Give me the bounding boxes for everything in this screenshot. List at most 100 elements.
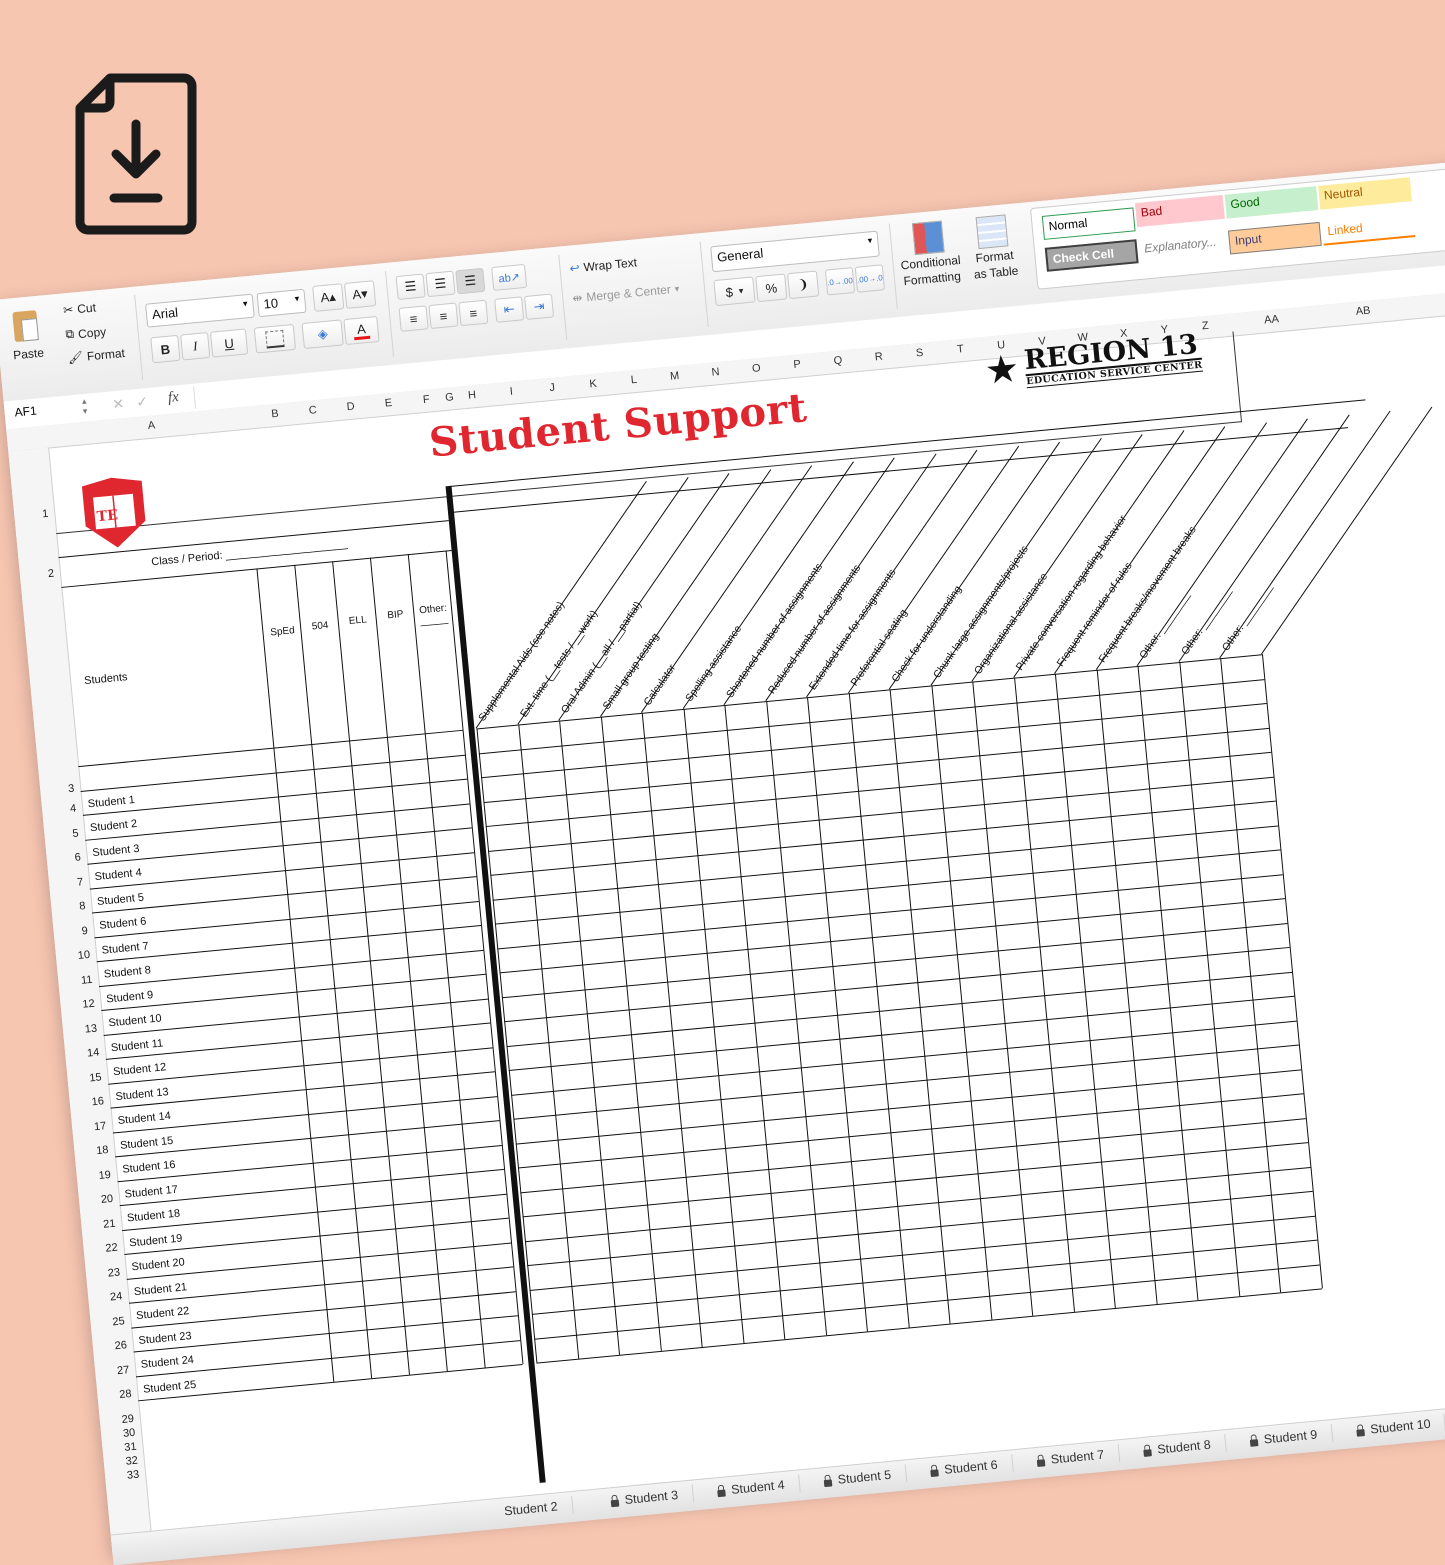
decrease-decimal-button[interactable]: .00→.0 xyxy=(854,264,886,293)
sheet-tab[interactable]: Student 2 xyxy=(489,1495,574,1522)
align-middle-button[interactable]: ☰ xyxy=(425,270,456,298)
column-header[interactable]: F xyxy=(407,392,446,408)
student-name[interactable]: Student 15 xyxy=(120,1134,174,1151)
column-header[interactable]: S xyxy=(899,345,941,361)
student-name[interactable]: Student 5 xyxy=(96,891,144,907)
row-header[interactable]: 26 xyxy=(114,1339,127,1352)
decrease-font-button[interactable]: A▾ xyxy=(343,280,377,309)
class-period-field[interactable]: Class / Period: ____________________ xyxy=(151,538,348,568)
wrap-text-button[interactable]: ↩ Wrap Text xyxy=(569,255,638,275)
sheet-tab[interactable]: Student 9 xyxy=(1235,1424,1333,1452)
column-header[interactable]: P xyxy=(776,357,818,373)
student-name[interactable]: Student 16 xyxy=(122,1159,176,1176)
orientation-button[interactable]: ab↗ xyxy=(491,263,528,291)
student-name[interactable]: Student 24 xyxy=(140,1354,194,1371)
row-header[interactable]: 27 xyxy=(116,1364,129,1377)
row-header[interactable]: 33 xyxy=(126,1468,139,1481)
row-header[interactable]: 29 xyxy=(121,1412,134,1425)
student-name[interactable]: Student 1 xyxy=(87,794,135,810)
fill-color-button[interactable]: ◈ xyxy=(301,319,344,350)
student-name[interactable]: Student 20 xyxy=(131,1256,185,1273)
style-check-cell[interactable]: Check Cell xyxy=(1044,239,1139,272)
sheet-tab[interactable]: Student 7 xyxy=(1022,1444,1120,1472)
font-size-select[interactable]: 10 ▾ xyxy=(256,288,307,318)
sheet-tab[interactable]: Student 10 xyxy=(1341,1413,1445,1442)
decrease-indent-button[interactable]: ⇤ xyxy=(494,296,525,323)
row-header[interactable]: 5 xyxy=(72,827,79,840)
borders-button[interactable] xyxy=(253,323,297,354)
format-painter-button[interactable]: 🖌 Format xyxy=(67,346,125,365)
sheet-tab[interactable]: Student 8 xyxy=(1128,1434,1227,1462)
row-header[interactable]: 3 xyxy=(68,783,75,796)
align-center-button[interactable]: ≡ xyxy=(428,302,459,330)
column-header[interactable]: C xyxy=(293,403,332,419)
student-name[interactable]: Student 7 xyxy=(101,940,149,956)
number-format-select[interactable]: General ▾ xyxy=(710,230,880,273)
row-header[interactable]: 22 xyxy=(105,1242,118,1255)
row-header[interactable]: 25 xyxy=(112,1315,125,1328)
increase-font-button[interactable]: A▴ xyxy=(312,283,345,312)
row-header[interactable]: 7 xyxy=(76,876,83,889)
row-header[interactable]: 17 xyxy=(93,1120,106,1133)
style-explanatory[interactable]: Explanatory... xyxy=(1138,231,1228,263)
column-header[interactable]: B xyxy=(256,406,295,422)
column-header[interactable]: AA xyxy=(1225,310,1318,331)
style-input[interactable]: Input xyxy=(1227,221,1322,255)
row-header[interactable]: 8 xyxy=(79,900,86,913)
sheet-tab[interactable]: Student 4 xyxy=(702,1474,801,1502)
student-name[interactable]: Student 21 xyxy=(133,1281,187,1298)
align-bottom-button[interactable]: ☰ xyxy=(455,267,486,295)
row-header[interactable]: 1 xyxy=(42,508,49,521)
student-name[interactable]: Student 23 xyxy=(138,1330,192,1347)
align-top-button[interactable]: ☰ xyxy=(395,273,426,300)
row-header[interactable]: 15 xyxy=(89,1071,102,1084)
student-name[interactable]: Student 4 xyxy=(94,867,142,883)
style-bad[interactable]: Bad xyxy=(1134,194,1225,228)
cut-button[interactable]: ✂ Cut xyxy=(63,300,97,317)
row-header[interactable]: 9 xyxy=(81,925,88,938)
style-linked-cell[interactable]: Linked xyxy=(1321,213,1416,246)
style-neutral[interactable]: Neutral xyxy=(1318,177,1412,210)
row-header[interactable]: 16 xyxy=(91,1095,104,1108)
name-box[interactable]: AF1 xyxy=(14,399,85,420)
currency-button[interactable]: $ ▾ xyxy=(713,276,756,307)
column-header[interactable]: I xyxy=(490,384,532,400)
column-header[interactable]: T xyxy=(939,341,981,357)
student-name[interactable]: Student 22 xyxy=(136,1305,190,1322)
italic-button[interactable]: I xyxy=(180,332,211,361)
student-name[interactable]: Student 9 xyxy=(106,989,154,1005)
style-normal[interactable]: Normal xyxy=(1041,207,1136,240)
row-header[interactable]: 4 xyxy=(70,803,77,816)
row-header[interactable]: 31 xyxy=(124,1440,137,1453)
paste-button[interactable]: Paste xyxy=(9,310,45,362)
column-header[interactable]: D xyxy=(331,399,370,415)
function-icon[interactable]: fx xyxy=(167,389,179,407)
student-name[interactable]: Student 10 xyxy=(108,1012,162,1029)
sheet-tab[interactable]: Student 5 xyxy=(809,1464,907,1492)
confirm-icon[interactable]: ✓ xyxy=(135,393,148,411)
student-name[interactable]: Student 14 xyxy=(117,1110,171,1127)
student-name[interactable]: Student 13 xyxy=(115,1086,169,1103)
align-right-button[interactable]: ≡ xyxy=(458,299,489,327)
column-header[interactable]: R xyxy=(858,349,900,365)
row-header[interactable]: 2 xyxy=(47,568,54,581)
column-header[interactable]: Q xyxy=(817,353,859,369)
column-header[interactable]: J xyxy=(531,380,573,396)
row-header[interactable]: 10 xyxy=(77,949,90,962)
column-header[interactable]: N xyxy=(695,365,737,381)
row-header[interactable]: 13 xyxy=(84,1022,97,1035)
sheet-tab[interactable]: Student 6 xyxy=(915,1454,1014,1482)
row-header[interactable]: 14 xyxy=(87,1046,100,1059)
row-header[interactable]: 19 xyxy=(98,1168,111,1181)
column-header[interactable]: M xyxy=(654,368,696,384)
align-left-button[interactable]: ≡ xyxy=(398,305,429,332)
merge-center-button[interactable]: ⇹ Merge & Center ▾ xyxy=(572,281,680,305)
font-color-button[interactable]: A xyxy=(343,316,380,346)
student-name[interactable]: Student 6 xyxy=(99,915,147,931)
column-header[interactable]: L xyxy=(613,372,655,388)
student-name[interactable]: Student 17 xyxy=(124,1183,178,1200)
column-header[interactable]: K xyxy=(572,376,614,392)
column-header[interactable]: O xyxy=(735,361,777,377)
row-header[interactable]: 24 xyxy=(110,1290,123,1303)
row-header[interactable]: 18 xyxy=(96,1144,109,1157)
